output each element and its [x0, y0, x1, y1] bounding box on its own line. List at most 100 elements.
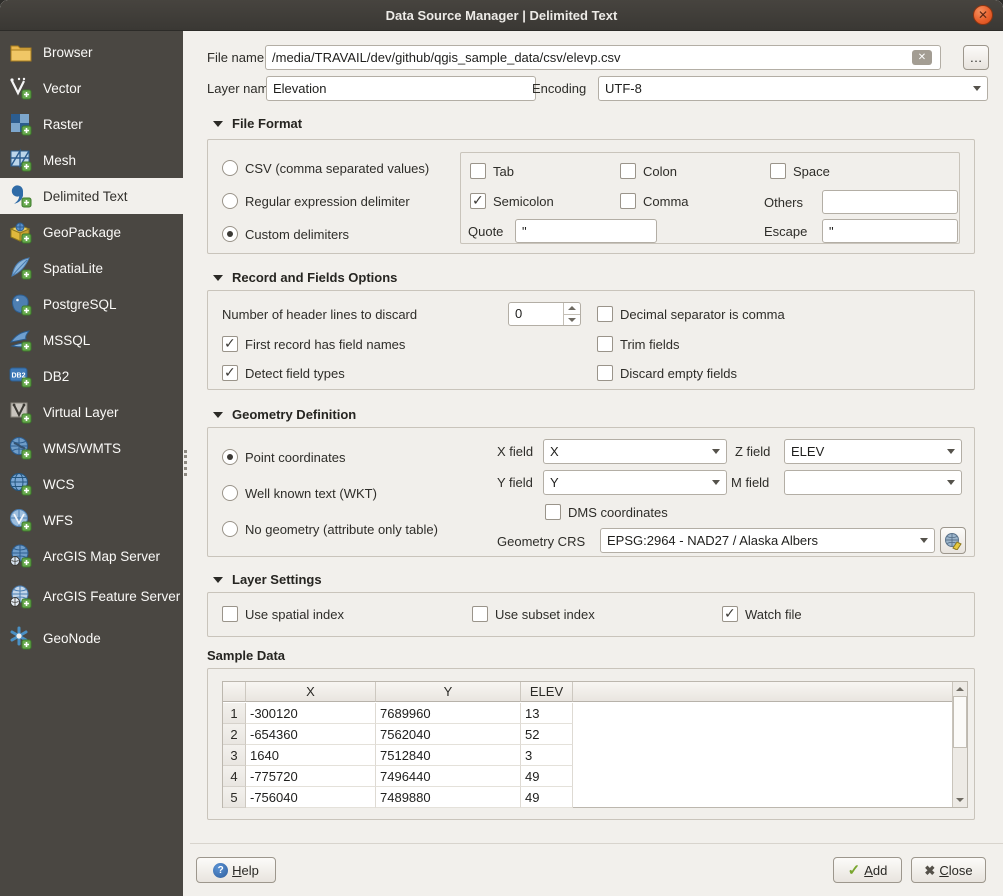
browse-file-button[interactable]: …: [963, 45, 989, 70]
geonode-icon: [9, 626, 33, 650]
wcs-icon: [9, 472, 33, 496]
add-button[interactable]: ✓ Add: [833, 857, 902, 883]
sidebar-item-wms-wmts[interactable]: WMS/WMTS: [0, 430, 183, 466]
db2-icon: DB2: [9, 364, 33, 388]
close-button[interactable]: ✖ Close: [911, 857, 986, 883]
regex-delimiter-radio[interactable]: Regular expression delimiter: [222, 193, 410, 209]
layer-settings-section-header[interactable]: Layer Settings: [213, 572, 322, 587]
escape-input[interactable]: [822, 219, 958, 243]
sidebar-item-mesh[interactable]: Mesh: [0, 142, 183, 178]
no-geometry-radio[interactable]: No geometry (attribute only table): [222, 521, 438, 537]
scroll-up-icon[interactable]: [953, 682, 967, 696]
column-header-elev[interactable]: ELEV: [521, 682, 573, 702]
first-record-checkbox[interactable]: First record has field names: [222, 336, 405, 352]
row-number: 2: [223, 724, 246, 745]
use-subset-index-checkbox[interactable]: Use subset index: [472, 606, 595, 622]
title-bar[interactable]: Data Source Manager | Delimited Text ✕: [0, 0, 1003, 31]
table-vertical-scrollbar[interactable]: [952, 682, 967, 807]
tab-delimiter-checkbox[interactable]: Tab: [470, 163, 514, 179]
geometry-crs-select[interactable]: EPSG:2964 - NAD27 / Alaska Albers: [600, 528, 935, 553]
cell-x[interactable]: 1640: [246, 745, 376, 766]
sidebar-item-vector[interactable]: Vector: [0, 70, 183, 106]
select-crs-button[interactable]: [940, 527, 966, 554]
column-header-x[interactable]: X: [246, 682, 376, 702]
cell-y[interactable]: 7689960: [376, 703, 521, 724]
discard-empty-fields-checkbox[interactable]: Discard empty fields: [597, 365, 737, 381]
x-field-select[interactable]: X: [543, 439, 727, 464]
watch-file-checkbox[interactable]: Watch file: [722, 606, 802, 622]
clear-file-name-icon[interactable]: ✕: [912, 50, 932, 65]
file-name-input[interactable]: [265, 45, 941, 70]
file-format-section-header[interactable]: File Format: [213, 116, 302, 131]
row-number: 4: [223, 766, 246, 787]
sidebar-item-arcgis-map-server[interactable]: ArcGIS Map Server: [0, 538, 183, 574]
sidebar-item-postgresql[interactable]: PostgreSQL: [0, 286, 183, 322]
cell-elev[interactable]: 49: [521, 766, 573, 787]
sample-data-title: Sample Data: [207, 648, 285, 663]
cell-y[interactable]: 7496440: [376, 766, 521, 787]
cell-x[interactable]: -775720: [246, 766, 376, 787]
chevron-down-icon: [973, 86, 981, 91]
m-field-select[interactable]: [784, 470, 962, 495]
colon-delimiter-checkbox[interactable]: Colon: [620, 163, 677, 179]
dms-coordinates-checkbox[interactable]: DMS coordinates: [545, 504, 668, 520]
space-delimiter-checkbox[interactable]: Space: [770, 163, 830, 179]
decimal-separator-checkbox[interactable]: Decimal separator is comma: [597, 306, 785, 322]
sidebar-item-virtual-layer[interactable]: Virtual Layer: [0, 394, 183, 430]
mssql-icon: [9, 328, 33, 352]
use-spatial-index-checkbox[interactable]: Use spatial index: [222, 606, 344, 622]
cell-elev[interactable]: 52: [521, 724, 573, 745]
window-close-button[interactable]: ✕: [973, 5, 993, 25]
sidebar-item-geonode[interactable]: GeoNode: [0, 620, 183, 656]
sidebar-item-geopackage[interactable]: GeoPackage: [0, 214, 183, 250]
geometry-section-header[interactable]: Geometry Definition: [213, 407, 356, 422]
scroll-down-icon[interactable]: [953, 793, 967, 807]
sidebar-item-db2[interactable]: DB2 DB2: [0, 358, 183, 394]
custom-delimiters-radio[interactable]: Custom delimiters: [222, 226, 349, 242]
spin-up-icon[interactable]: [564, 303, 580, 314]
comma-delimiter-checkbox[interactable]: Comma: [620, 193, 689, 209]
layer-name-input[interactable]: [266, 76, 536, 101]
others-delimiter-input[interactable]: [822, 190, 958, 214]
help-button[interactable]: ? Help: [196, 857, 276, 883]
cell-y[interactable]: 7562040: [376, 724, 521, 745]
header-lines-spinbox[interactable]: 0: [508, 302, 581, 326]
semicolon-delimiter-checkbox[interactable]: Semicolon: [470, 193, 554, 209]
csv-format-radio[interactable]: CSV (comma separated values): [222, 160, 429, 176]
crs-globe-icon: [944, 532, 962, 550]
sidebar-item-raster[interactable]: Raster: [0, 106, 183, 142]
encoding-select[interactable]: UTF-8: [598, 76, 988, 101]
sidebar-item-spatialite[interactable]: SpatiaLite: [0, 250, 183, 286]
sidebar-item-delimited-text[interactable]: Delimited Text: [0, 178, 184, 214]
help-icon: ?: [213, 863, 228, 878]
point-coordinates-radio[interactable]: Point coordinates: [222, 449, 345, 465]
detect-field-types-checkbox[interactable]: Detect field types: [222, 365, 345, 381]
wkt-radio[interactable]: Well known text (WKT): [222, 485, 377, 501]
quote-input[interactable]: [515, 219, 657, 243]
sidebar-item-arcgis-feature-server[interactable]: ArcGIS Feature Server: [0, 574, 183, 620]
sidebar-item-browser[interactable]: Browser: [0, 34, 183, 70]
sidebar-item-mssql[interactable]: MSSQL: [0, 322, 183, 358]
cell-elev[interactable]: 3: [521, 745, 573, 766]
cell-elev[interactable]: 49: [521, 787, 573, 808]
sidebar-item-wfs[interactable]: WFS: [0, 502, 183, 538]
mesh-layer-icon: [9, 148, 33, 172]
trim-fields-checkbox[interactable]: Trim fields: [597, 336, 679, 352]
z-field-select[interactable]: ELEV: [784, 439, 962, 464]
cell-y[interactable]: 7512840: [376, 745, 521, 766]
scrollbar-thumb[interactable]: [953, 696, 967, 748]
cell-y[interactable]: 7489880: [376, 787, 521, 808]
record-fields-section-header[interactable]: Record and Fields Options: [213, 270, 397, 285]
column-header-filler: [573, 682, 952, 702]
sidebar-item-wcs[interactable]: WCS: [0, 466, 183, 502]
cell-x[interactable]: -654360: [246, 724, 376, 745]
cell-x[interactable]: -756040: [246, 787, 376, 808]
y-field-label: Y field: [497, 475, 533, 490]
chevron-down-icon: [712, 480, 720, 485]
spin-down-icon[interactable]: [564, 314, 580, 326]
column-header-y[interactable]: Y: [376, 682, 521, 702]
y-field-select[interactable]: Y: [543, 470, 727, 495]
cell-elev[interactable]: 13: [521, 703, 573, 724]
cell-x[interactable]: -300120: [246, 703, 376, 724]
m-field-label: M field: [731, 475, 769, 490]
